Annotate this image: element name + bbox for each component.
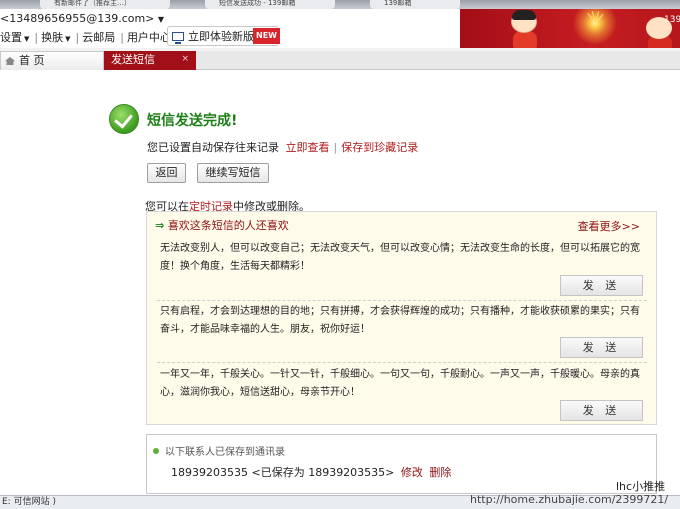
mail-tab-bar: 首 页 发送短信 × xyxy=(0,48,680,70)
recommendation-heading-text: 喜欢这条短信的人还喜欢 xyxy=(167,219,289,232)
arrow-right-icon: ⇒ xyxy=(155,219,165,232)
boy-doll-illustration xyxy=(505,10,545,48)
tab-home-label: 首 页 xyxy=(19,54,45,67)
chevron-down-icon: ▼ xyxy=(65,35,71,43)
tab-send-sms-label: 发送短信 xyxy=(111,53,155,66)
back-button[interactable]: 返回 xyxy=(147,163,186,183)
browser-tab[interactable]: 短信发送成功 - 139邮箱 xyxy=(205,0,335,9)
browser-tab[interactable]: 139邮箱 xyxy=(370,0,460,9)
recommendation-panel: ⇒ 喜欢这条短信的人还喜欢 查看更多>> 无法改变别人，但可以改变自己；无法改变… xyxy=(146,211,657,425)
chevron-down-icon: ▼ xyxy=(157,15,165,24)
view-now-link[interactable]: 立即查看 xyxy=(286,141,330,154)
edit-contact-link[interactable]: 修改 xyxy=(401,466,423,479)
mail-header: 139 <13489656955@139.com> ▼ 设置 ▼ | 换肤 ▼ | 云邮局 |… xyxy=(0,9,680,48)
send-button[interactable]: 发 送 xyxy=(560,337,643,358)
saved-contacts-panel: 以下联系人已保存到通讯录 18939203535 <已保存为 189392035… xyxy=(146,434,657,494)
auto-save-text: 您已设置自动保存往来记录 xyxy=(147,141,279,154)
settings-link[interactable]: 设置 xyxy=(0,31,22,44)
browser-tab-strip: 有新邮件了（推荐主…） 短信发送成功 - 139邮箱 139邮箱 xyxy=(0,0,680,9)
account-menu[interactable]: <13489656955@139.com> ▼ xyxy=(0,12,164,25)
save-treasure-link[interactable]: 保存到珍藏记录 xyxy=(341,141,418,154)
divider xyxy=(157,300,647,301)
view-more-link[interactable]: 查看更多>> xyxy=(578,218,640,234)
auto-save-note: 您已设置自动保存往来记录 立即查看 | 保存到珍藏记录 xyxy=(147,141,419,154)
skin-link[interactable]: 换肤 xyxy=(41,31,63,44)
tab-bar-filler xyxy=(196,51,680,70)
try-new-version-label: 立即体验新版 xyxy=(188,30,254,43)
recommendation-heading: ⇒ 喜欢这条短信的人还喜欢 xyxy=(155,217,289,233)
new-badge: NEW xyxy=(253,28,280,44)
user-center-link[interactable]: 用户中心 xyxy=(127,31,171,44)
divider xyxy=(157,362,647,363)
chevron-down-icon: ▼ xyxy=(24,35,30,43)
green-dot-icon xyxy=(153,448,159,454)
send-button[interactable]: 发 送 xyxy=(560,400,643,421)
watermark-name: lhc小推推 xyxy=(616,480,666,493)
continue-writing-button[interactable]: 继续写短信 xyxy=(197,163,269,183)
firework-illustration xyxy=(570,9,620,48)
header-links: 设置▼|换肤▼|云邮局|用户中心▼ xyxy=(0,29,180,45)
recommendation-item: 无法改变别人，但可以改变自己；无法改变天气，但可以改变心情；无法改变生命的长度，… xyxy=(160,243,640,272)
saved-contacts-heading: 以下联系人已保存到通讯录 xyxy=(153,443,285,458)
cloud-post-link[interactable]: 云邮局 xyxy=(82,31,115,44)
browser-tab[interactable]: 有新邮件了（推荐主…） xyxy=(40,0,170,9)
header-phone-text: 139 xyxy=(664,15,680,25)
recommendation-item: 一年又一年，千般关心。一针又一针，千般细心。一句又一句，千般耐心。一声又一声，千… xyxy=(160,369,640,398)
account-address: <13489656955@139.com> xyxy=(0,12,155,25)
tab-home[interactable]: 首 页 xyxy=(0,51,104,70)
recommendation-item: 只有启程，才会到达理想的目的地；只有拼搏，才会获得辉煌的成功；只有播种，才能收获… xyxy=(160,306,640,335)
saved-contacts-heading-text: 以下联系人已保存到通讯录 xyxy=(165,447,285,458)
close-icon[interactable]: × xyxy=(181,51,189,68)
send-button[interactable]: 发 送 xyxy=(560,275,643,296)
home-icon xyxy=(5,57,15,65)
tab-send-sms[interactable]: 发送短信 × xyxy=(104,51,196,70)
contact-row: 18939203535 <已保存为 18939203535> 修改 删除 xyxy=(171,464,451,480)
delete-contact-link[interactable]: 删除 xyxy=(429,466,451,479)
page-title: 短信发送完成! xyxy=(147,113,238,129)
success-check-icon xyxy=(109,104,139,134)
watermark-url: http://home.zhubajie.com/2399721/ xyxy=(470,493,669,506)
contact-number: 18939203535 <已保存为 18939203535> xyxy=(171,466,395,479)
monitor-icon xyxy=(172,31,184,44)
